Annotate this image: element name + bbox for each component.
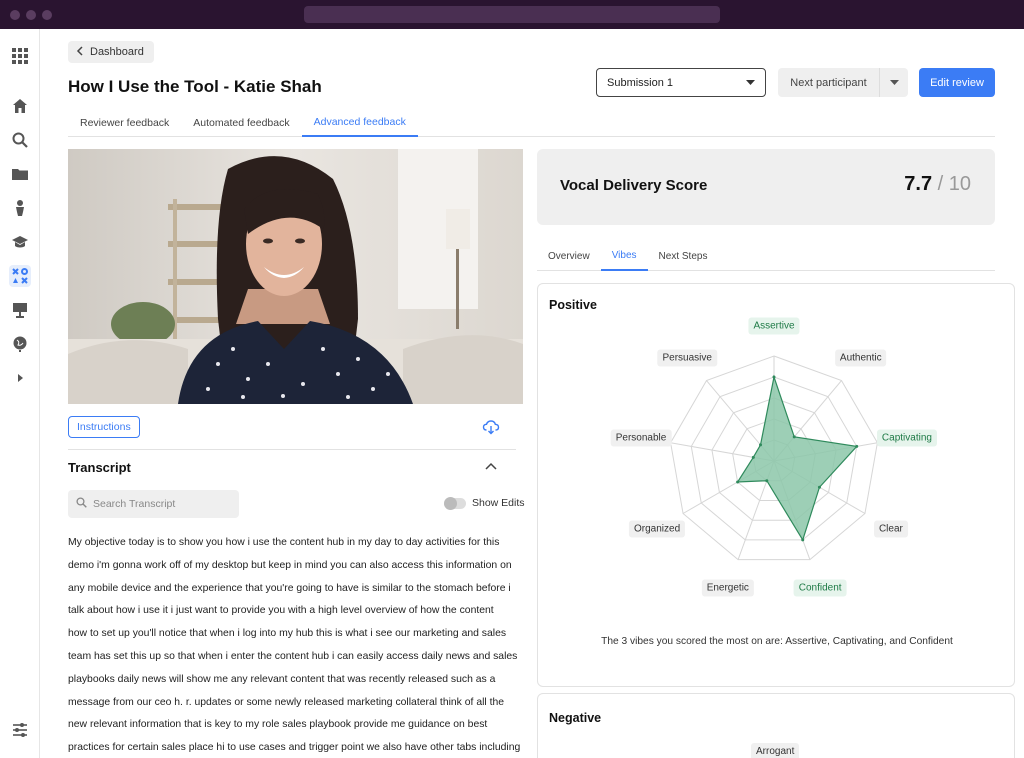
- window-titlebar: [0, 0, 1024, 29]
- section-divider: [68, 449, 516, 450]
- radar-data-point: [759, 443, 763, 447]
- tab-reviewer-feedback[interactable]: Reviewer feedback: [68, 109, 181, 137]
- home-icon[interactable]: [9, 95, 31, 117]
- score-number: 7.7: [904, 173, 933, 195]
- next-participant-button[interactable]: Next participant: [778, 68, 880, 97]
- instructions-button[interactable]: Instructions: [68, 416, 140, 438]
- transcript-search-input[interactable]: Search Transcript: [93, 498, 175, 510]
- window-maximize-dot[interactable]: [42, 10, 52, 20]
- presentation-icon[interactable]: [9, 299, 31, 321]
- settings-sliders-icon[interactable]: [9, 719, 31, 741]
- apps-grid-icon[interactable]: [9, 45, 31, 67]
- score-value: 7.7 / 10: [904, 173, 971, 196]
- sidebar: [0, 29, 40, 758]
- transcript-line: demo i'm gonna work off of my desktop bu…: [68, 559, 512, 571]
- radar-axis-label-confident: Confident: [793, 579, 847, 597]
- feedback-tabs: Reviewer feedback Automated feedback Adv…: [68, 109, 995, 137]
- transcript-line: playbooks daily news will show me any re…: [68, 673, 496, 685]
- radar-axis-label-arrogant: Arrogant: [751, 743, 800, 758]
- back-button-label: Dashboard: [90, 46, 144, 58]
- tab-vibes[interactable]: Vibes: [600, 241, 648, 271]
- positive-vibes-radar-chart: [670, 355, 878, 561]
- transcript-line: team has set this up so that when i ente…: [68, 650, 518, 662]
- graduation-cap-icon[interactable]: [9, 231, 31, 253]
- show-edits-toggle[interactable]: Show Edits: [444, 496, 525, 510]
- radar-axis-label-personable: Personable: [610, 429, 672, 447]
- transcript-title: Transcript: [68, 460, 131, 475]
- transcript-line: any mobile device and the experience tha…: [68, 582, 511, 594]
- search-icon[interactable]: [9, 129, 31, 151]
- score-tabs: Overview Vibes Next Steps: [537, 241, 995, 271]
- transcript-text: My objective today is to show you how i …: [68, 532, 523, 758]
- coaching-icon[interactable]: [9, 265, 31, 287]
- radar-axis-label-energetic: Energetic: [701, 579, 754, 597]
- radar-data-point: [765, 479, 769, 483]
- transcript-search[interactable]: Search Transcript: [68, 490, 239, 518]
- tab-advanced-feedback[interactable]: Advanced feedback: [301, 109, 418, 137]
- expand-sidebar-icon[interactable]: [9, 367, 31, 389]
- radar-data-polygon: [736, 374, 858, 542]
- tab-overview[interactable]: Overview: [537, 241, 601, 271]
- chevron-up-icon[interactable]: [484, 459, 498, 473]
- globe-icon[interactable]: [9, 333, 31, 355]
- radar-data-point: [751, 455, 755, 459]
- back-to-dashboard-button[interactable]: Dashboard: [68, 41, 154, 63]
- negative-vibes-card: Negative Arrogant: [537, 693, 1015, 758]
- transcript-line: message from our ceo h. r. updates or so…: [68, 696, 505, 708]
- chevron-left-icon: [76, 45, 84, 59]
- person-icon[interactable]: [9, 197, 31, 219]
- participant-video-frame: [68, 149, 523, 404]
- caret-down-icon: [746, 77, 755, 89]
- tab-next-steps[interactable]: Next Steps: [648, 241, 719, 271]
- vibes-summary: The 3 vibes you scored the most on are: …: [601, 636, 953, 647]
- radar-data-point: [817, 485, 821, 489]
- transcript-line: how to set up you'll notice that when i …: [68, 628, 507, 640]
- show-edits-label: Show Edits: [472, 497, 525, 509]
- show-edits-switch[interactable]: [444, 496, 466, 510]
- negative-vibes-title: Negative: [549, 711, 602, 725]
- radar-axis-label-authentic: Authentic: [834, 349, 887, 367]
- submission-select[interactable]: Submission 1: [596, 68, 766, 97]
- transcript-line: talk about how i use it i just want to p…: [68, 605, 494, 617]
- radar-axis-label-organized: Organized: [629, 520, 686, 537]
- transcript-line: My objective today is to show you how i …: [68, 537, 500, 548]
- folder-icon[interactable]: [9, 163, 31, 185]
- radar-data-point: [772, 375, 776, 379]
- window-minimize-dot[interactable]: [26, 10, 36, 20]
- transcript-line: new relevant information that is key to …: [68, 719, 488, 731]
- radar-data-point: [855, 444, 859, 448]
- submission-select-value: Submission 1: [607, 76, 674, 89]
- positive-vibes-card: Positive Assertive Authentic Captivating Cl…: [537, 283, 1015, 687]
- cloud-download-icon[interactable]: [482, 418, 500, 436]
- radar-data-point: [736, 480, 740, 484]
- radar-axis-label-captivating: Captivating: [876, 429, 937, 447]
- score-label: Vocal Delivery Score: [560, 177, 708, 194]
- tab-automated-feedback[interactable]: Automated feedback: [181, 109, 301, 137]
- score-max: / 10: [937, 173, 971, 195]
- window-close-dot[interactable]: [10, 10, 20, 20]
- radar-data-point: [801, 538, 805, 542]
- radar-data-point: [792, 435, 796, 439]
- page-title: How I Use the Tool - Katie Shah: [68, 77, 322, 96]
- radar-axis-label-persuasive: Persuasive: [657, 349, 717, 367]
- transcript-line: practices for certain sales place hi to …: [68, 742, 521, 754]
- address-bar[interactable]: [304, 6, 720, 23]
- video-player[interactable]: [68, 149, 523, 404]
- radar-axis-label-clear: Clear: [873, 520, 908, 537]
- edit-review-button[interactable]: Edit review: [919, 68, 995, 97]
- main-content: Dashboard How I Use the Tool - Katie Sha…: [40, 29, 1024, 758]
- radar-axis-label-assertive: Assertive: [748, 317, 800, 335]
- next-participant-split-button: Next participant: [778, 68, 908, 97]
- next-participant-dropdown-icon[interactable]: [880, 68, 908, 97]
- vocal-delivery-score-card: Vocal Delivery Score 7.7 / 10: [537, 149, 995, 225]
- search-icon: [76, 497, 87, 511]
